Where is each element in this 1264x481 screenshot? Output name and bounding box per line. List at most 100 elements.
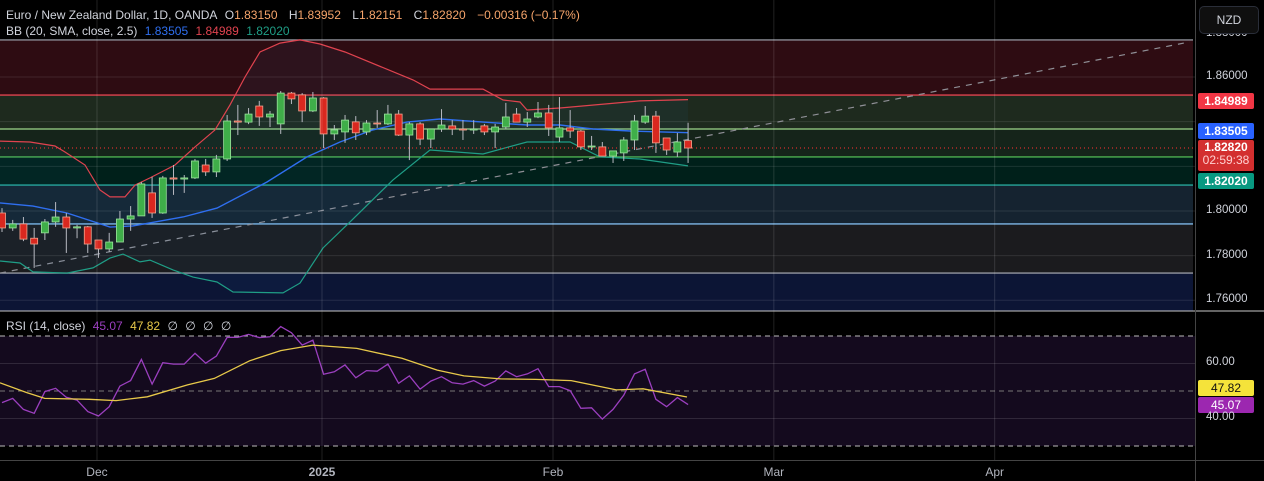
candle-body-up xyxy=(609,150,617,157)
candle-body-down xyxy=(512,113,521,123)
rsi-extra: ∅ xyxy=(185,319,196,333)
change-value: −0.00316 (−0.17%) xyxy=(477,8,580,22)
candle-body-up xyxy=(191,160,199,179)
candle-body-down xyxy=(459,128,467,131)
candle-body-up xyxy=(630,120,639,141)
rsi-pane[interactable] xyxy=(0,325,1195,447)
rsi-extra: ∅ xyxy=(203,319,214,333)
candle-body-down xyxy=(19,223,28,240)
candle-body-up xyxy=(523,118,532,123)
symbol-legend: Euro / New Zealand Dollar, 1D, OANDA O1.… xyxy=(6,8,584,22)
candle-body-down xyxy=(598,146,607,157)
bb-lower-badge: 1.82020 xyxy=(1198,173,1254,189)
rsi-legend[interactable]: RSI (14, close) 45.07 47.82 ∅ ∅ ∅ ∅ xyxy=(6,319,235,333)
candle-body-up xyxy=(276,92,285,125)
candle-body-up xyxy=(587,145,596,148)
price-pane[interactable] xyxy=(0,39,1195,311)
candle-body-up xyxy=(341,119,349,133)
candle-body-up xyxy=(40,221,49,234)
rsi-ma-value: 47.82 xyxy=(130,319,161,333)
candle-body-down xyxy=(169,177,178,180)
open-value: 1.83150 xyxy=(234,8,278,22)
candle-body-down xyxy=(287,92,296,100)
candle-body-down xyxy=(394,113,403,136)
rsi-ma-badge: 47.82 xyxy=(1198,380,1254,396)
candle-body-down xyxy=(233,120,242,123)
candle-body-down xyxy=(255,105,264,118)
candle-body-up xyxy=(555,127,564,138)
time-tick: Mar xyxy=(763,465,785,479)
level-band xyxy=(0,273,1193,311)
candle-body-down xyxy=(351,121,360,134)
candle-body-up xyxy=(330,129,339,135)
open-label: O xyxy=(224,8,235,22)
candle xyxy=(223,114,232,161)
candle-body-down xyxy=(319,97,328,135)
candle-body-up xyxy=(362,122,371,133)
price-tick: 1.76000 xyxy=(1206,293,1248,305)
bar-countdown: 02:59:38 xyxy=(1202,153,1250,167)
candle-body-up xyxy=(105,241,114,250)
price-tick: 1.80000 xyxy=(1206,204,1248,216)
candle-body-up xyxy=(673,141,682,153)
candle-body-up xyxy=(266,113,274,118)
bb-upper-badge: 1.84989 xyxy=(1198,93,1254,109)
candle-body-up xyxy=(534,112,542,118)
candle-body-up xyxy=(405,123,414,136)
candle-body-down xyxy=(30,237,39,245)
candle-body-up xyxy=(158,177,167,214)
candle-body-down xyxy=(62,216,71,229)
candle-body-up xyxy=(223,120,232,160)
candle-body-up xyxy=(308,97,317,112)
rsi-value: 45.07 xyxy=(92,319,123,333)
candle-body-up xyxy=(51,216,60,223)
candle-body-down xyxy=(566,127,575,132)
high-value: 1.83952 xyxy=(297,8,341,22)
candle-body-down xyxy=(662,137,671,151)
candle-body-up xyxy=(426,128,435,140)
high-label: H xyxy=(288,8,298,22)
candle-body-up xyxy=(244,113,253,123)
rsi-tick: 60.00 xyxy=(1206,356,1235,368)
candle-body-down xyxy=(416,123,424,140)
currency-button[interactable]: NZD xyxy=(1199,6,1259,34)
candle-body-down xyxy=(373,122,382,125)
time-tick: Apr xyxy=(985,465,1005,479)
candle-body-down xyxy=(544,112,553,129)
candle-body-up xyxy=(180,177,189,180)
candle xyxy=(158,175,167,214)
candle-body-up xyxy=(212,158,221,173)
candle xyxy=(576,129,585,151)
price-tick: 1.78000 xyxy=(1206,249,1248,261)
symbol-title[interactable]: Euro / New Zealand Dollar, 1D, OANDA xyxy=(6,8,217,22)
rsi-extra: ∅ xyxy=(220,319,232,333)
candle-body-up xyxy=(73,226,81,229)
chart-canvas[interactable] xyxy=(0,0,1264,481)
candle-body-down xyxy=(298,94,307,112)
candle-body-down xyxy=(148,192,156,214)
bb-legend[interactable]: BB (20, SMA, close, 2.5) 1.83505 1.84989… xyxy=(6,24,294,38)
bb-upper-value: 1.84989 xyxy=(195,24,239,38)
bb-lower-value: 1.82020 xyxy=(246,24,290,38)
candle-body-down xyxy=(576,130,585,148)
time-tick: 2025 xyxy=(308,465,336,479)
candle-body-down xyxy=(448,125,457,130)
candle-body-down xyxy=(83,226,92,245)
candle-body-down xyxy=(0,212,6,229)
candle-body-up xyxy=(8,223,17,229)
candle-body-down xyxy=(684,140,692,149)
candle-body-down xyxy=(652,115,660,144)
candle-body-up xyxy=(116,218,124,243)
candle-body-down xyxy=(480,125,489,133)
low-value: 1.82151 xyxy=(358,8,403,22)
candle-body-up xyxy=(491,126,500,133)
candle-body-down xyxy=(201,164,210,173)
bb-basis-value: 1.83505 xyxy=(144,24,189,38)
low-label: L xyxy=(352,8,359,22)
rsi-tick: 40.00 xyxy=(1206,411,1235,423)
candle-body-up xyxy=(437,124,446,130)
close-value: 1.82820 xyxy=(422,8,466,22)
candle-body-up xyxy=(469,128,478,131)
candle xyxy=(394,110,403,136)
candle-body-up xyxy=(126,215,135,220)
